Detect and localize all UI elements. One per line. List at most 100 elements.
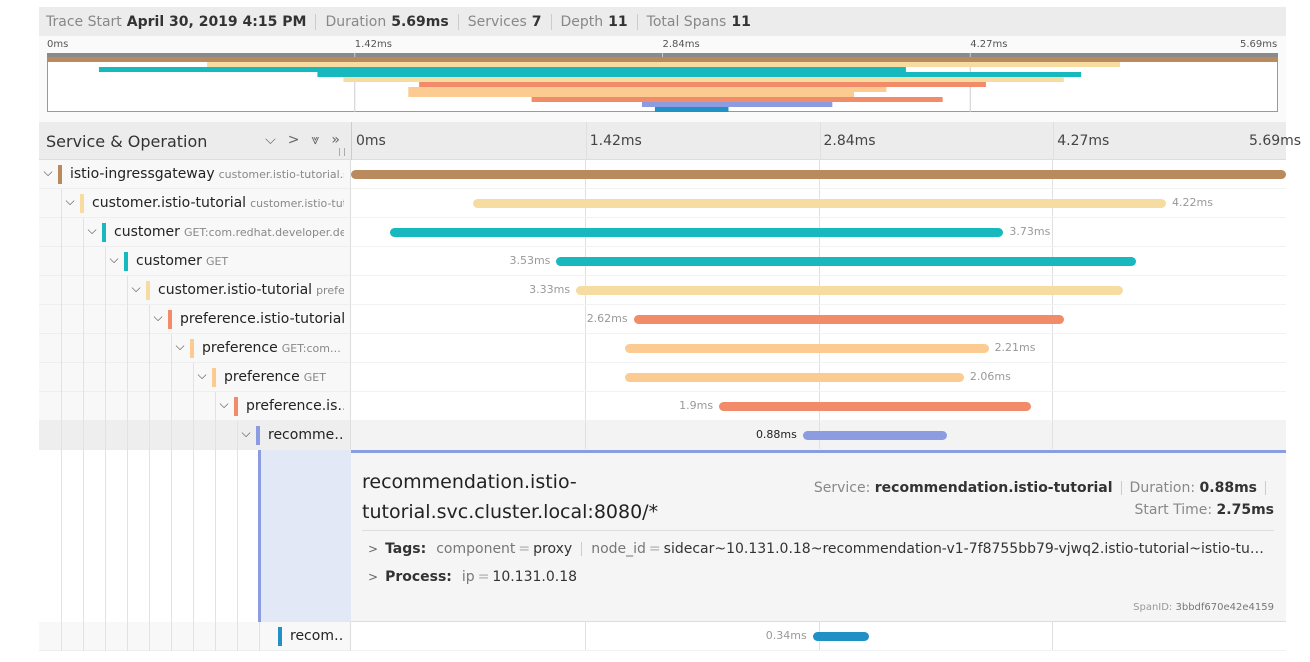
span-service-label[interactable]: customer.istio-tutorial customer.istio-tu… [92,189,344,218]
span-name-cell[interactable]: ⌵ recomme… [39,421,351,450]
span-row[interactable]: ⌵ customer.istio-tutorial customer.istio-t… [39,189,1286,218]
span-timeline-cell[interactable]: 1.9ms [351,392,1286,421]
timeline-gridline [584,305,586,333]
trace-minimap[interactable]: 0ms 1.42ms 2.84ms 4.27ms 5.69ms [39,36,1286,122]
collapse-chevron-icon[interactable]: ⌵ [41,165,55,180]
span-duration-label: 1.9ms [679,399,714,412]
collapse-one-icon[interactable]: ⌵ [265,132,276,148]
timeline-gridline [584,622,586,650]
expand-one-icon[interactable]: > [288,132,300,148]
summary-item: Services 7 [468,14,542,30]
span-timeline-cell[interactable]: 2.62ms [351,305,1286,334]
span-timeline-cell[interactable]: 0.88ms [351,421,1286,450]
span-service-label[interactable]: istio-ingressgateway customer.istio-tutor… [70,160,344,189]
span-timeline-cell[interactable]: 2.06ms [351,363,1286,392]
span-bar[interactable] [351,170,1286,179]
tags-section[interactable]: > Tags: component = proxy node_id = sidecar~10.… [368,541,1268,557]
span-bar[interactable] [390,228,1004,237]
service-color-bar [278,627,282,646]
span-service-label[interactable]: preference GET [224,363,344,392]
span-bar[interactable] [719,402,1032,411]
span-row[interactable]: ⌵ preference GET:com… 2.21ms [39,334,1286,363]
span-duration-label: 2.21ms [994,341,1036,354]
span-timeline-cell[interactable]: 4.22ms [351,189,1286,218]
span-name-cell[interactable]: ⌵ preference.is… [39,392,351,421]
span-bar[interactable] [472,199,1167,208]
process-section[interactable]: > Process: ip = 10.131.0.18 [368,569,577,585]
column-resize-handle[interactable] [339,148,345,156]
indent-guide [83,450,84,622]
indent-guide [215,421,216,450]
collapse-all-icon[interactable]: ⩔ [312,132,320,148]
summary-separator [457,13,459,30]
span-bar[interactable] [625,344,989,353]
span-service-label[interactable]: recomme… [268,421,344,450]
span-bar[interactable] [625,373,964,382]
span-name-cell[interactable]: ⌵ customer GET:com.redhat.developer.de… [39,218,351,247]
collapse-chevron-icon[interactable]: ⌵ [173,339,187,354]
expand-all-icon[interactable]: » [331,132,340,148]
expand-caret-icon[interactable]: > [368,542,378,556]
span-service-label[interactable]: preference.istio-tutorial … [180,305,344,334]
indent-guide [105,334,106,363]
span-bar[interactable] [802,431,948,440]
collapse-chevron-icon[interactable]: ⌵ [151,310,165,325]
span-name-cell[interactable]: recom… [39,622,351,651]
span-name-cell[interactable]: ⌵ preference.istio-tutorial … [39,305,351,334]
span-row[interactable]: ⌵ preference GET 2.06ms [39,363,1286,392]
detail-left-gutter [39,450,351,622]
span-timeline-cell[interactable]: 3.53ms [351,247,1286,276]
span-name-cell[interactable]: ⌵ preference GET:com… [39,334,351,363]
collapse-chevron-icon[interactable]: ⌵ [195,368,209,383]
span-timeline-cell[interactable]: 0.34ms [351,622,1286,651]
indent-guide [127,622,128,651]
collapse-chevron-icon[interactable]: ⌵ [239,426,253,441]
tags-title: Tags: [385,541,427,557]
span-service-label[interactable]: customer GET:com.redhat.developer.de… [114,218,344,247]
span-timeline-cell[interactable]: 2.21ms [351,334,1286,363]
span-name-cell[interactable]: ⌵ preference GET [39,363,351,392]
expand-caret-icon[interactable]: > [368,570,378,584]
span-row[interactable]: ⌵ customer GET 3.53ms [39,247,1286,276]
span-row[interactable]: ⌵ preference.is… 1.9ms [39,392,1286,421]
indent-guide [61,421,62,450]
collapse-chevron-icon[interactable]: ⌵ [217,397,231,412]
span-service-label[interactable]: recom… [290,622,344,651]
span-row[interactable]: ⌵ preference.istio-tutorial … 2.62ms [39,305,1286,334]
span-name-cell[interactable]: ⌵ customer.istio-tutorialprefe… [39,276,351,305]
span-row[interactable]: ⌵ customer.istio-tutorialprefe… 3.33ms [39,276,1286,305]
indent-guide [237,450,238,622]
span-service-label[interactable]: preference GET:com… [202,334,344,363]
timeline-gridline [1052,363,1054,391]
duration-meta-label: Duration: [1129,480,1196,496]
span-timeline-cell[interactable] [351,160,1286,189]
span-name-cell[interactable]: ⌵ customer.istio-tutorial customer.istio-t… [39,189,351,218]
collapse-chevron-icon[interactable]: ⌵ [85,223,99,238]
span-name-cell[interactable]: ⌵ istio-ingressgateway customer.istio-tuto… [39,160,351,189]
header-tick-label: 0ms [356,133,386,149]
span-row[interactable]: ⌵ customer GET:com.redhat.developer.de… 3.7… [39,218,1286,247]
span-bar[interactable] [633,315,1065,324]
span-name-cell[interactable]: ⌵ customer GET [39,247,351,276]
service-color-bar [168,310,172,329]
span-service-label[interactable]: customer.istio-tutorialprefe… [158,276,344,305]
span-service-label[interactable]: preference.is… [246,392,344,421]
span-bar[interactable] [556,257,1137,266]
summary-label: Depth [560,13,604,30]
span-row[interactable]: ⌵ istio-ingressgateway customer.istio-tuto… [39,160,1286,189]
span-row[interactable]: recom… 0.34ms [39,622,1286,651]
span-bar[interactable] [812,632,869,641]
collapse-chevron-icon[interactable]: ⌵ [129,281,143,296]
indent-guide [61,392,62,421]
collapse-chevron-icon[interactable]: ⌵ [107,252,121,267]
collapse-chevron-icon[interactable]: ⌵ [63,194,77,209]
span-timeline-cell[interactable]: 3.33ms [351,276,1286,305]
span-row[interactable]: ⌵ recomme… 0.88ms [39,421,1286,450]
detail-indent-marker [258,450,351,622]
span-detail-panel: recommendation.istio-tutorial.svc.cluste… [351,450,1286,622]
span-timeline-cell[interactable]: 3.73ms [351,218,1286,247]
service-name: preference [202,340,278,356]
span-service-label[interactable]: customer GET [136,247,344,276]
span-duration-label: 0.88ms [755,428,797,441]
span-bar[interactable] [576,286,1124,295]
